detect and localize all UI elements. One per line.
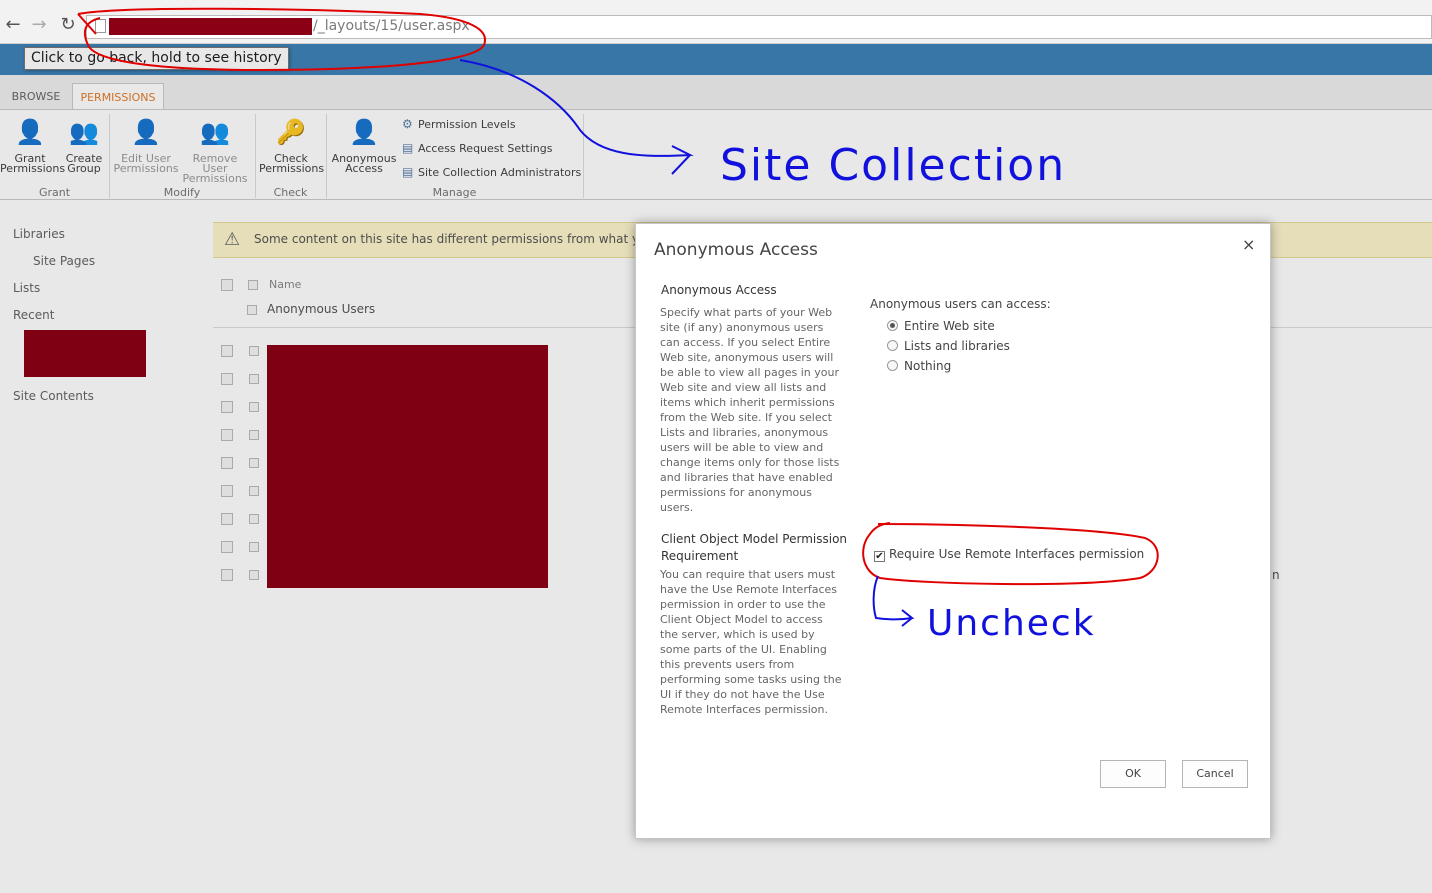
site-collection-annotation: Site Collection bbox=[720, 140, 1067, 191]
dialog-close-button[interactable]: × bbox=[1242, 235, 1255, 254]
checkbox-label: Require Use Remote Interfaces permission bbox=[889, 547, 1145, 561]
dialog-title: Anonymous Access bbox=[654, 240, 818, 260]
uncheck-annotation: Uncheck bbox=[927, 603, 1096, 644]
reload-button[interactable]: ↻ bbox=[57, 14, 79, 36]
reload-icon: ↻ bbox=[60, 14, 76, 35]
radio-selected-indicator[interactable] bbox=[887, 320, 898, 331]
radio-indicator[interactable] bbox=[887, 340, 898, 351]
page-icon bbox=[95, 19, 106, 33]
radio-lists-and-libraries[interactable]: Lists and libraries bbox=[887, 339, 1010, 353]
radio-entire-web-site-label: Entire Web site bbox=[904, 319, 995, 333]
anonymous-access-label: Anonymous users can access: bbox=[870, 297, 1051, 311]
section-client-om-title: Client Object Model Permission Requireme… bbox=[661, 532, 848, 563]
arrow-left-icon: ← bbox=[5, 14, 21, 35]
radio-entire-web-site[interactable]: Entire Web site bbox=[887, 319, 995, 333]
url-redaction bbox=[109, 18, 312, 35]
url-text: /_layouts/15/user.aspx bbox=[313, 18, 470, 34]
ok-button[interactable]: OK bbox=[1100, 760, 1166, 788]
radio-nothing[interactable]: Nothing bbox=[887, 359, 951, 373]
checkbox-box[interactable]: ✔ bbox=[874, 551, 885, 562]
forward-button[interactable]: → bbox=[28, 14, 50, 36]
section-anonymous-access-desc: Specify what parts of your Web site (if … bbox=[660, 306, 840, 514]
back-button[interactable]: ← bbox=[2, 14, 24, 36]
radio-lists-label: Lists and libraries bbox=[904, 339, 1010, 353]
radio-indicator[interactable] bbox=[887, 360, 898, 371]
arrow-right-icon: → bbox=[31, 14, 47, 35]
require-remote-interfaces-checkbox[interactable]: ✔ Require Use Remote Interfaces permissio… bbox=[874, 547, 1144, 562]
cancel-button[interactable]: Cancel bbox=[1182, 760, 1248, 788]
radio-nothing-label: Nothing bbox=[904, 359, 952, 373]
close-icon: × bbox=[1242, 235, 1256, 254]
section-client-om-desc: You can require that users must have the… bbox=[660, 568, 842, 716]
section-anonymous-access-title: Anonymous Access bbox=[661, 283, 777, 297]
